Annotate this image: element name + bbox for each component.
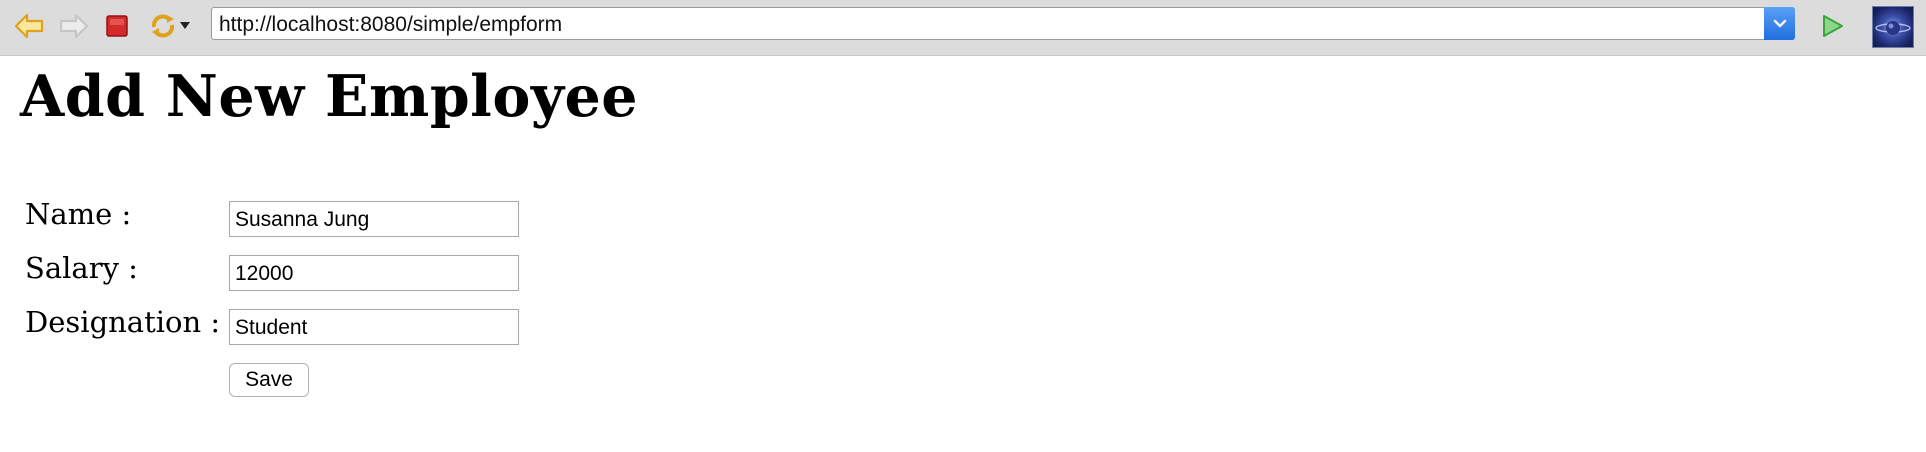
forward-arrow-icon <box>59 13 89 39</box>
name-label: Name : <box>25 197 132 231</box>
refresh-icon <box>151 14 175 38</box>
chevron-down-icon <box>1773 19 1786 27</box>
browser-toolbar: http://localhost:8080/simple/empform <box>0 0 1926 56</box>
name-field[interactable] <box>229 201 519 237</box>
back-arrow-icon <box>14 13 44 39</box>
stop-button[interactable] <box>99 9 135 43</box>
go-arrow-icon <box>1823 15 1843 37</box>
globe-icon[interactable] <box>1872 6 1914 48</box>
chevron-down-icon <box>180 22 190 29</box>
save-button[interactable]: Save <box>229 363 309 397</box>
refresh-button[interactable] <box>144 9 194 43</box>
go-button[interactable] <box>1814 9 1850 43</box>
page-title: Add New Employee <box>20 63 638 130</box>
address-bar[interactable]: http://localhost:8080/simple/empform <box>211 7 1795 40</box>
back-button[interactable] <box>11 9 47 43</box>
address-bar-dropdown[interactable] <box>1764 7 1795 40</box>
salary-label: Salary : <box>25 251 138 285</box>
designation-label: Designation : <box>25 305 221 339</box>
page-content: Add New Employee Name : Salary : Designa… <box>0 57 1926 452</box>
salary-field[interactable] <box>229 255 519 291</box>
forward-button[interactable] <box>56 9 92 43</box>
address-bar-url[interactable]: http://localhost:8080/simple/empform <box>219 13 562 37</box>
stop-icon <box>106 15 128 37</box>
designation-field[interactable] <box>229 309 519 345</box>
